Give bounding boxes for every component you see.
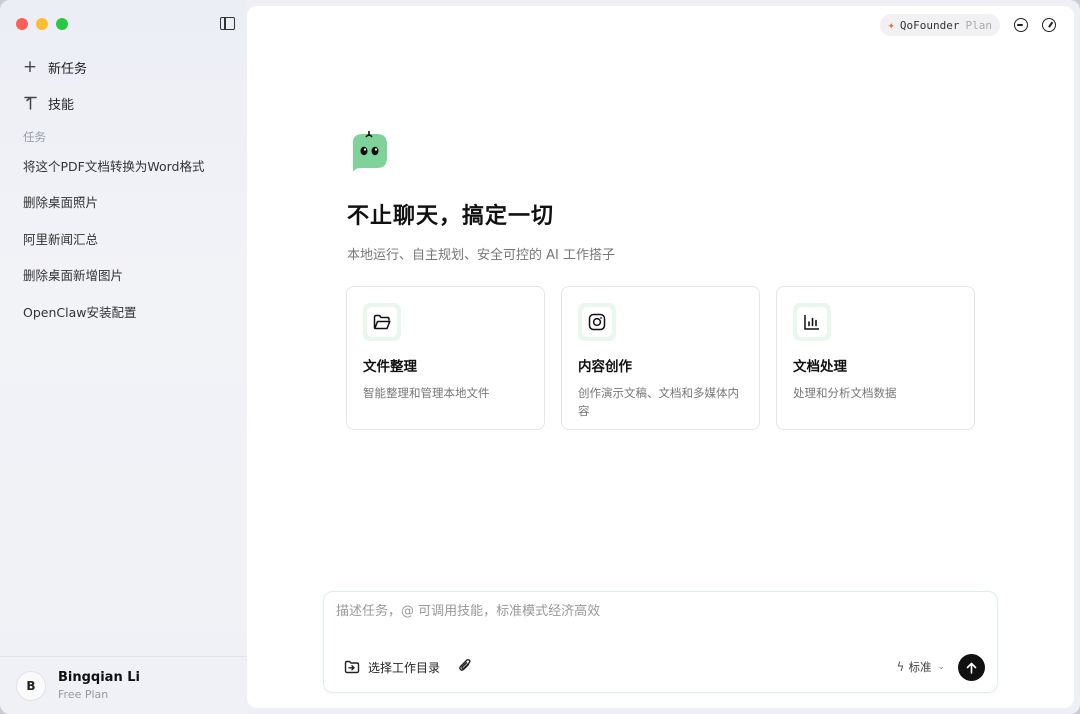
new-task-button[interactable]: + 新任务 — [12, 50, 235, 84]
lightning-icon: ϟ — [896, 660, 905, 674]
task-item[interactable]: OpenClaw安装配置 — [12, 293, 235, 330]
task-item[interactable]: 将这个PDF文档转换为Word格式 — [12, 147, 235, 184]
card-title: 内容创作 — [578, 359, 632, 375]
plan-badge-name: QoFounder — [899, 18, 960, 32]
user-meta: Bingqian Li Free Plan — [58, 670, 140, 701]
card-desc: 创作演示文稿、文档和多媒体内容 — [578, 386, 739, 418]
close-window-button[interactable] — [16, 18, 28, 30]
folder-enter-icon — [344, 660, 360, 674]
sidebar-toggle-icon[interactable] — [220, 17, 235, 30]
card-icon-frame — [793, 303, 831, 341]
mode-select[interactable]: ϟ 标准 ⌄ — [897, 659, 945, 675]
sidebar-nav: + 新任务 技能 — [12, 50, 235, 122]
select-directory-label: 选择工作目录 — [368, 660, 441, 675]
minimize-window-button[interactable] — [36, 18, 48, 30]
page-title: 不止聊天，搞定一切 — [347, 204, 555, 229]
feature-cards: 文件整理 智能整理和管理本地文件 内容创作 创作演示文稿、文档和多媒体内容 文档… — [346, 286, 975, 430]
window-controls — [16, 18, 68, 30]
tasks-section-label: 任务 — [23, 130, 46, 144]
plan-badge-plan: Plan — [965, 18, 993, 32]
chat-bubble-icon[interactable] — [1014, 18, 1028, 32]
plan-badge[interactable]: ✦ QoFounder Plan — [879, 14, 1000, 36]
task-input[interactable] — [336, 604, 976, 619]
card-desc: 处理和分析文档数据 — [793, 386, 897, 400]
avatar: B — [16, 670, 46, 701]
party-popper-icon: ✦ — [887, 18, 895, 32]
plus-icon: + — [22, 56, 38, 77]
mascot-logo-icon — [353, 131, 387, 172]
user-name: Bingqian Li — [58, 670, 140, 685]
card-icon-frame — [578, 303, 616, 341]
page-subtitle: 本地运行、自主规划、安全可控的 AI 工作搭子 — [347, 248, 615, 263]
card-content-creation[interactable]: 内容创作 创作演示文稿、文档和多媒体内容 — [561, 286, 760, 430]
skills-button[interactable]: 技能 — [12, 86, 235, 120]
card-file-organize[interactable]: 文件整理 智能整理和管理本地文件 — [346, 286, 545, 430]
maximize-window-button[interactable] — [56, 18, 68, 30]
skills-label: 技能 — [48, 97, 75, 113]
user-plan: Free Plan — [58, 688, 109, 701]
main-panel: ✦ QoFounder Plan 不止聊天，搞定一切 本地运行、自主规划、安全可… — [247, 6, 1074, 708]
card-desc: 智能整理和管理本地文件 — [363, 386, 490, 400]
sidebar: + 新任务 技能 任务 将这个PDF文档转换为Word格式 删除桌面照片 阿里新… — [0, 0, 247, 714]
task-list: 将这个PDF文档转换为Word格式 删除桌面照片 阿里新闻汇总 删除桌面新增图片… — [12, 147, 235, 330]
top-right-toolbar: ✦ QoFounder Plan — [879, 14, 1056, 36]
card-title: 文件整理 — [363, 359, 417, 375]
skill-icon — [23, 96, 37, 110]
select-directory-button[interactable]: 选择工作目录 — [336, 654, 449, 680]
mode-label: 标准 — [908, 660, 932, 674]
card-icon-frame — [363, 303, 401, 341]
folder-icon — [373, 314, 391, 330]
gauge-icon[interactable] — [1042, 18, 1056, 32]
paperclip-icon[interactable] — [458, 658, 472, 673]
composer: 选择工作目录 ϟ 标准 ⌄ — [323, 591, 998, 693]
task-item[interactable]: 删除桌面新增图片 — [12, 257, 235, 294]
new-task-label: 新任务 — [48, 61, 88, 77]
hero: 不止聊天，搞定一切 本地运行、自主规划、安全可控的 AI 工作搭子 — [347, 128, 615, 263]
instagram-icon — [588, 313, 606, 331]
send-button[interactable] — [958, 654, 985, 681]
card-title: 文档处理 — [793, 359, 847, 375]
card-doc-processing[interactable]: 文档处理 处理和分析文档数据 — [776, 286, 975, 430]
task-item[interactable]: 删除桌面照片 — [12, 184, 235, 221]
app-window: + 新任务 技能 任务 将这个PDF文档转换为Word格式 删除桌面照片 阿里新… — [0, 0, 1080, 714]
chevron-down-icon: ⌄ — [937, 662, 945, 672]
arrow-up-icon — [966, 662, 977, 674]
task-item[interactable]: 阿里新闻汇总 — [12, 220, 235, 257]
user-profile[interactable]: B Bingqian Li Free Plan — [0, 656, 247, 714]
bar-chart-icon — [804, 315, 819, 330]
